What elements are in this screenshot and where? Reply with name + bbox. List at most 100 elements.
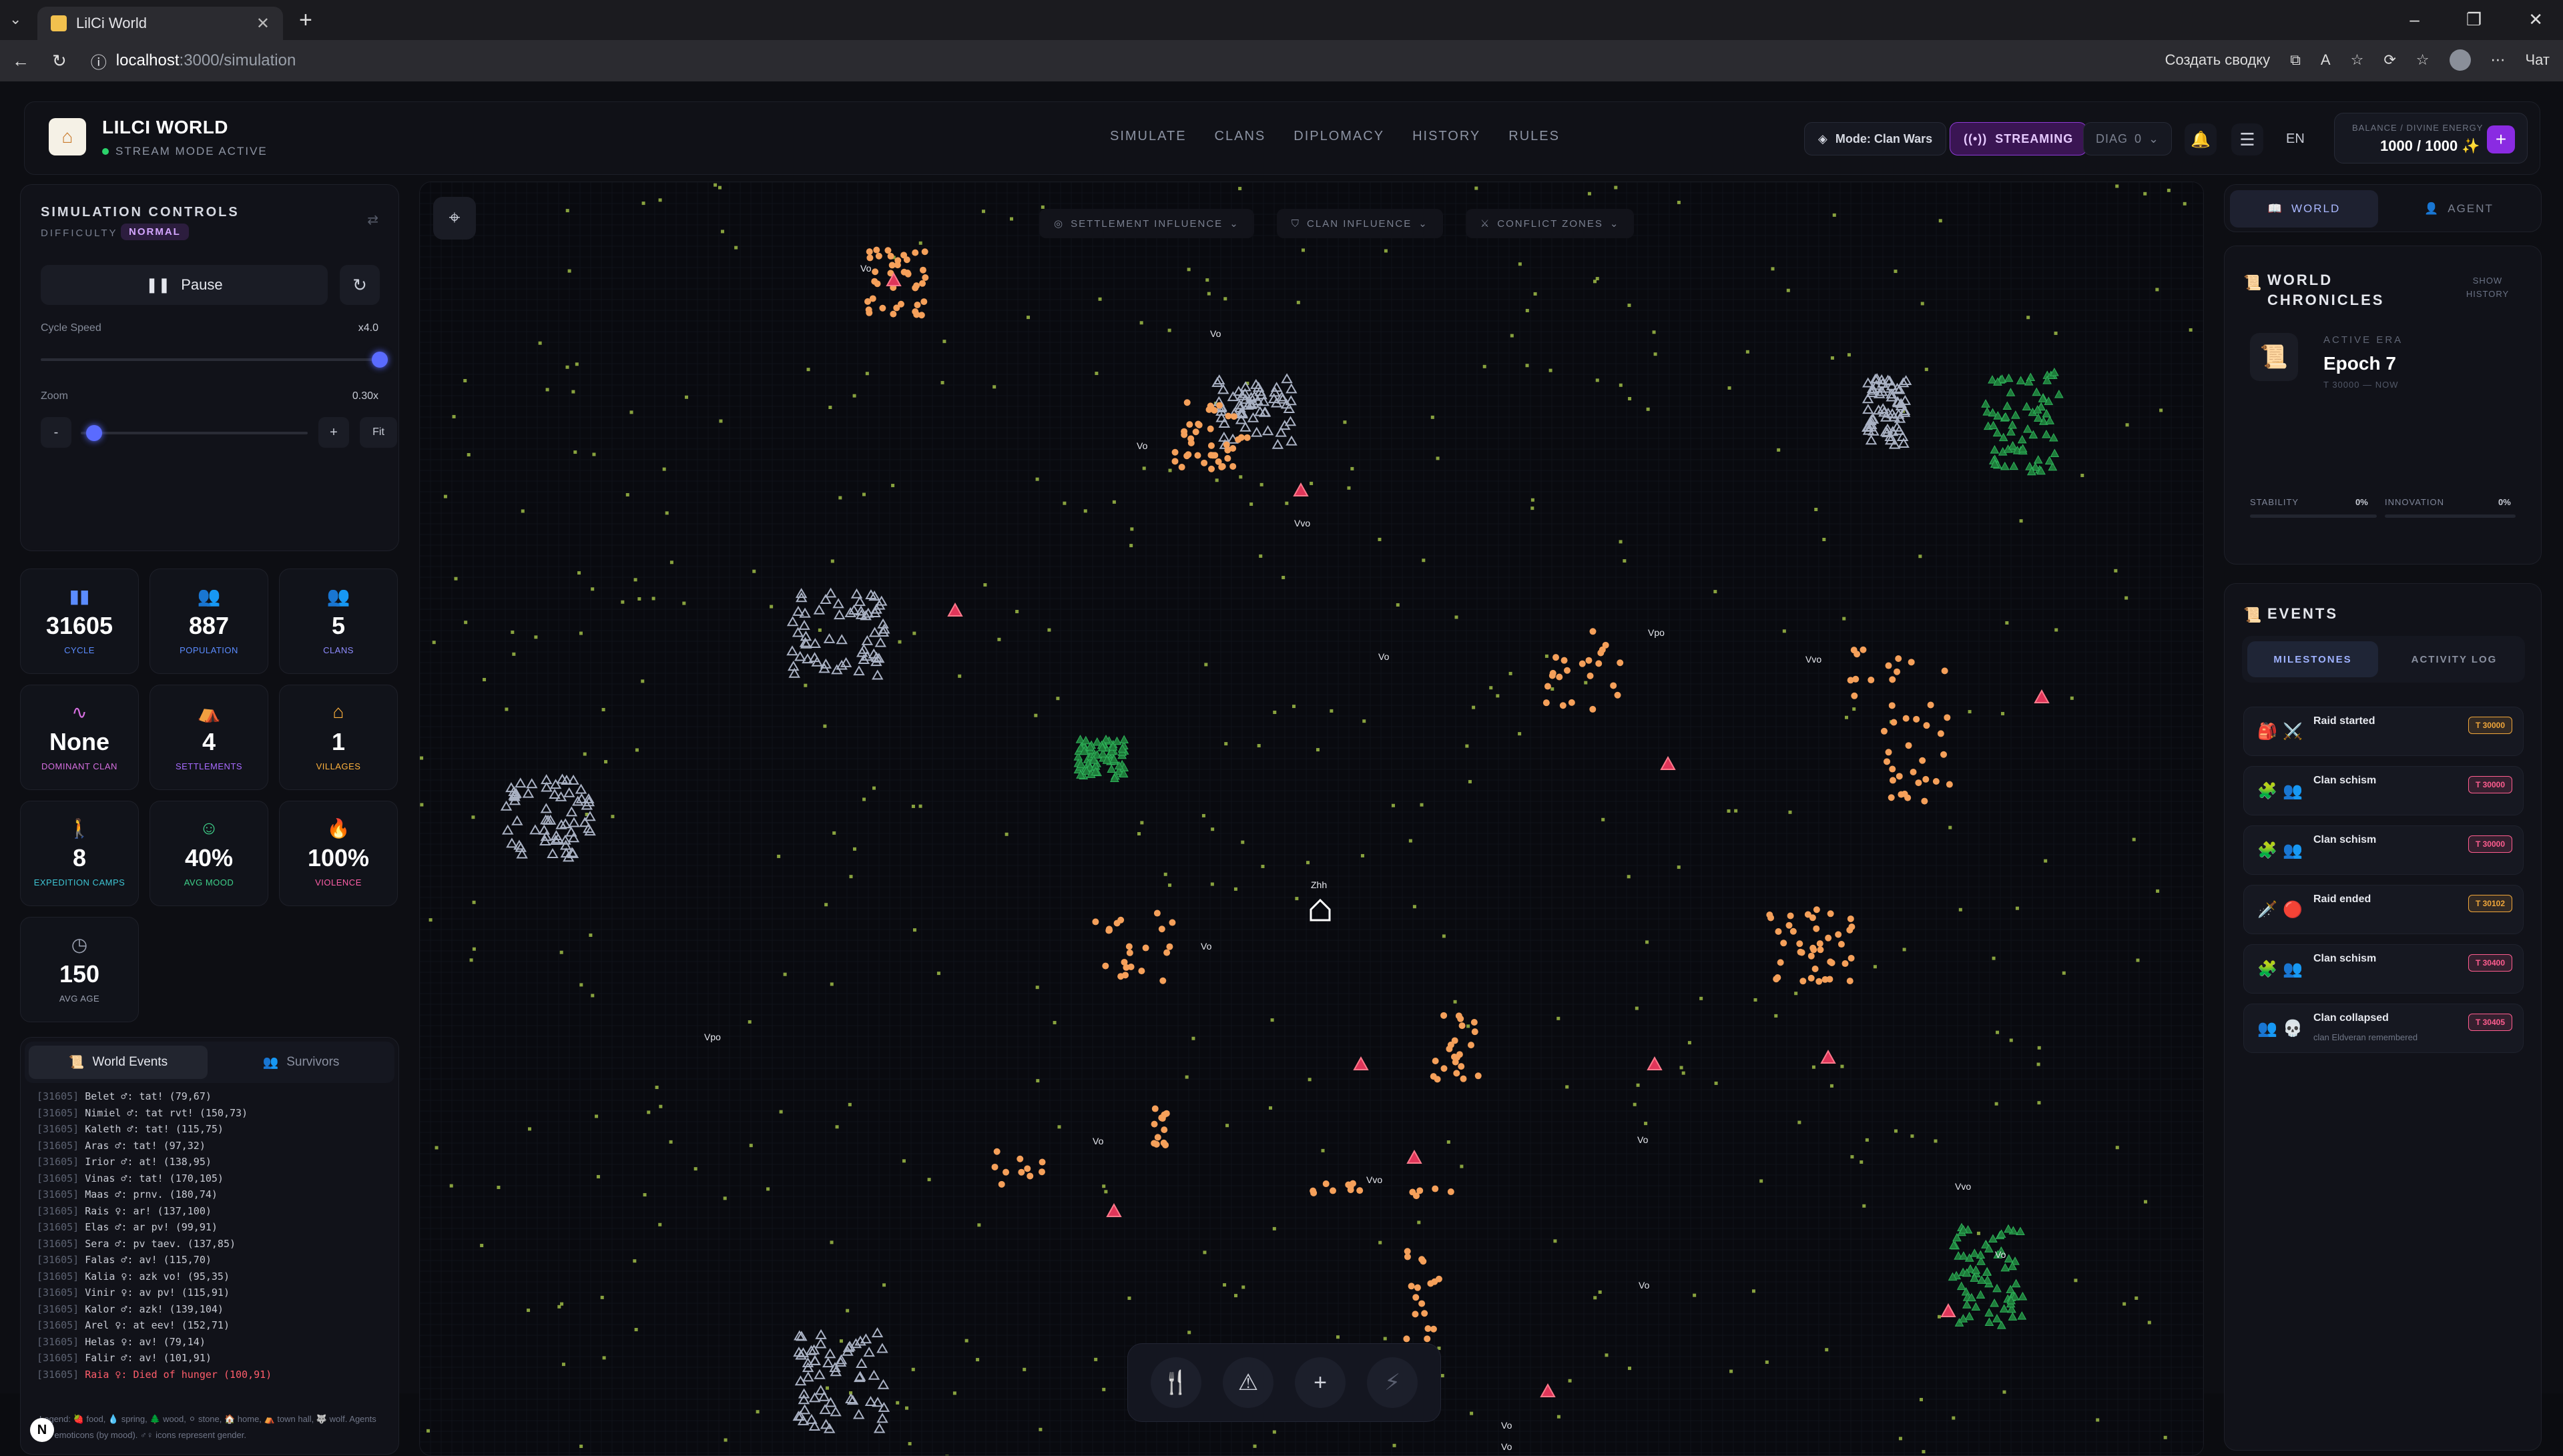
back-icon[interactable]: ← xyxy=(12,51,29,71)
site-info-icon[interactable]: ⓘ xyxy=(91,49,107,73)
world-map[interactable]: Vo Vo Vo Vvo Vo Vpo Vvo Zhh Vpo Vo Vo Vo Vo Vvo Vo Vo Vv… xyxy=(419,181,2204,1456)
chat-button[interactable]: Чат xyxy=(2526,51,2550,69)
recenter-target-icon[interactable]: ⌖ xyxy=(433,197,476,240)
close-window-icon[interactable]: ✕ xyxy=(2528,9,2543,30)
plant-marker xyxy=(896,1401,900,1405)
collapse-icon[interactable]: ⇄ xyxy=(367,212,378,228)
collections-icon[interactable]: ☆ xyxy=(2416,51,2430,69)
cycle-speed-slider[interactable] xyxy=(41,358,380,361)
agent-dot xyxy=(1885,662,1892,669)
tab-activity-log[interactable]: ACTIVITY LOG xyxy=(2389,641,2520,677)
language-toggle[interactable]: EN xyxy=(2286,131,2305,147)
mode-button[interactable]: ◈ Mode: Clan Wars xyxy=(1804,122,1947,155)
url-field[interactable]: ⓘ localhost:3000/simulation xyxy=(91,49,296,73)
add-energy-button[interactable]: + xyxy=(2487,125,2515,153)
logo-icon[interactable]: ⌂ xyxy=(49,118,86,155)
tent-icon xyxy=(579,817,591,827)
fork-knife-icon[interactable]: 🍴 xyxy=(1151,1357,1201,1408)
n-logo-icon[interactable]: N xyxy=(30,1418,54,1442)
log-text: Raia ♀: Died of hunger (100,91) xyxy=(85,1368,272,1381)
event-card[interactable]: 🎒 ⚔️ Raid started T 30000 xyxy=(2243,707,2524,756)
nav-clans[interactable]: CLANS xyxy=(1215,129,1266,144)
extensions-icon[interactable]: ⧉ xyxy=(2290,51,2301,69)
nav-history[interactable]: HISTORY xyxy=(1412,129,1480,144)
more-icon[interactable]: ⋯ xyxy=(2491,51,2506,69)
reset-button[interactable]: ↻ xyxy=(340,265,380,305)
plant-marker xyxy=(420,756,424,760)
event-card[interactable]: 🧩 👥 Clan schism T 30000 xyxy=(2243,825,2524,875)
agent-dot xyxy=(1209,452,1217,459)
avatar[interactable] xyxy=(2449,49,2471,71)
plant-marker xyxy=(1330,709,1334,713)
difficulty-badge[interactable]: NORMAL xyxy=(121,224,189,240)
browser-tab[interactable]: LilCi World ✕ xyxy=(37,7,283,40)
restore-icon[interactable]: ❐ xyxy=(2466,9,2482,30)
pause-button[interactable]: ❚❚ Pause xyxy=(41,265,328,305)
reload-icon[interactable]: ↻ xyxy=(52,51,67,71)
agent-dot xyxy=(893,304,900,312)
nav-rules[interactable]: RULES xyxy=(1508,129,1560,144)
chip-conflict-zones[interactable]: ⚔ CONFLICT ZONES ⌄ xyxy=(1465,209,1635,238)
cycle-speed-knob[interactable] xyxy=(372,352,388,368)
zoom-knob[interactable] xyxy=(86,425,103,441)
read-aloud-icon[interactable]: A xyxy=(2321,51,2331,69)
lightning-icon[interactable]: ⚡ xyxy=(1367,1357,1418,1408)
map-canvas[interactable]: Vo Vo Vo Vvo Vo Vpo Vvo Zhh Vpo Vo Vo Vo Vo Vvo Vo Vo Vv… xyxy=(420,182,2204,1456)
plant-marker xyxy=(1292,705,1296,709)
nav-diplomacy[interactable]: DIPLOMACY xyxy=(1294,129,1384,144)
zoom-in-button[interactable]: + xyxy=(318,417,349,448)
agent-dot xyxy=(1207,402,1214,410)
refresh-page-icon[interactable]: ⟳ xyxy=(2383,51,2395,69)
plant-marker xyxy=(1745,350,1749,354)
plant-marker xyxy=(2167,188,2171,192)
tab-world-events[interactable]: 📜 World Events xyxy=(29,1046,208,1079)
tree-icon xyxy=(2010,410,2020,419)
agent-dot xyxy=(1185,451,1192,458)
tab-world[interactable]: 📖 WORLD xyxy=(2230,190,2378,228)
summary-button[interactable]: Создать сводку xyxy=(2165,51,2271,69)
agent-dot xyxy=(1451,1037,1458,1044)
plant-marker xyxy=(1378,537,1382,541)
notifications-bell-icon[interactable]: 🔔 xyxy=(2185,123,2217,155)
event-log[interactable]: [31605] Belet ♂: tat! (79,67) [31605] Nim… xyxy=(37,1088,384,1383)
chip-settlement-influence[interactable]: ◎ SETTLEMENT INFLUENCE ⌄ xyxy=(1039,209,1254,238)
tab-agent[interactable]: 👤 AGENT xyxy=(2385,190,2533,228)
plant-marker xyxy=(1259,554,1263,558)
new-tab-button[interactable]: + xyxy=(299,7,312,33)
event-icon: ⚔️ xyxy=(2283,723,2303,741)
nav-simulate[interactable]: SIMULATE xyxy=(1110,129,1187,144)
warning-icon[interactable]: ⚠ xyxy=(1223,1357,1273,1408)
event-card[interactable]: 🗡️ 🔴 Raid ended T 30102 xyxy=(2243,885,2524,934)
event-card[interactable]: 🧩 👥 Clan schism T 30400 xyxy=(2243,944,2524,994)
innovation-label: INNOVATION xyxy=(2385,497,2444,507)
log-text: Rais ♀: ar! (137,100) xyxy=(85,1204,212,1217)
fit-button[interactable]: Fit xyxy=(360,417,397,448)
tab-search-icon[interactable]: ⌄ xyxy=(9,11,21,28)
favorite-icon[interactable]: ☆ xyxy=(2351,51,2364,69)
plus-icon[interactable]: + xyxy=(1295,1357,1346,1408)
plant-marker xyxy=(2143,192,2147,196)
zoom-out-button[interactable]: - xyxy=(41,417,71,448)
plant-marker xyxy=(1786,288,1790,292)
show-history-button[interactable]: SHOW HISTORY xyxy=(2461,274,2514,301)
menu-icon[interactable]: ☰ xyxy=(2231,123,2263,155)
tent-icon xyxy=(864,1396,877,1407)
plant-marker xyxy=(2037,1046,2041,1050)
plant-marker xyxy=(1430,415,1434,419)
event-card[interactable]: 🧩 👥 Clan schism T 30000 xyxy=(2243,766,2524,815)
plant-marker xyxy=(1057,1125,1061,1129)
event-card[interactable]: 👥 💀 Clan collapsed clan Eldveran remembe… xyxy=(2243,1004,2524,1053)
agent-dot xyxy=(1885,749,1892,756)
tab-survivors[interactable]: 👥 Survivors xyxy=(212,1046,390,1079)
plant-marker xyxy=(825,1386,829,1390)
minimize-icon[interactable]: – xyxy=(2409,9,2419,30)
close-tab-icon[interactable]: ✕ xyxy=(256,14,270,33)
settlement-marker xyxy=(1820,1049,1836,1064)
streaming-button[interactable]: ((•)) STREAMING xyxy=(1950,122,2088,155)
plant-marker xyxy=(557,1305,561,1309)
tent-icon xyxy=(538,824,551,835)
zoom-slider[interactable] xyxy=(81,432,308,434)
diag-dropdown[interactable]: DIAG 0 ⌄ xyxy=(2083,122,2173,155)
chip-clan-influence[interactable]: ⛉ CLAN INFLUENCE ⌄ xyxy=(1276,209,1443,238)
tab-milestones[interactable]: MILESTONES xyxy=(2247,641,2378,677)
